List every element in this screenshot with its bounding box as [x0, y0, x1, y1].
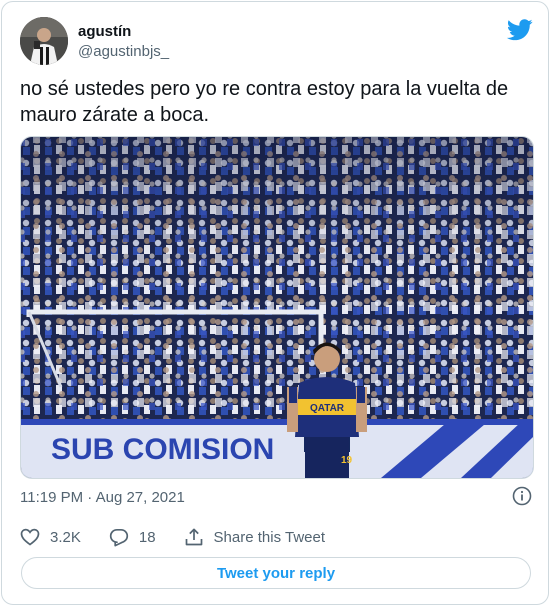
share-icon: [185, 528, 202, 546]
shirt-number: 19: [341, 455, 353, 466]
like-button[interactable]: 3.2K: [20, 528, 81, 546]
tweet-your-reply-button[interactable]: Tweet your reply: [21, 557, 531, 589]
share-label: Share this Tweet: [213, 528, 325, 546]
profile-photo: [20, 17, 68, 65]
tweet-text: no sé ustedes pero yo re contra estoy pa…: [20, 78, 509, 126]
twitter-bird-icon[interactable]: [507, 19, 533, 41]
reply-icon: [109, 528, 129, 546]
like-count: 3.2K: [50, 528, 81, 546]
avatar[interactable]: [20, 17, 68, 65]
tweet-actions: 3.2K 18 Share this Tweet: [20, 525, 353, 549]
sponsor-text: QATAR: [310, 403, 345, 414]
display-name[interactable]: agustín: [78, 23, 131, 40]
banner-text: SUB COMISION: [51, 433, 274, 466]
reply-action[interactable]: 18: [109, 528, 156, 547]
info-icon[interactable]: [512, 486, 532, 506]
share-button[interactable]: Share this Tweet: [184, 527, 325, 547]
tweet-card: agustín @agustinbjs_ no sé ustedes pero …: [1, 1, 549, 605]
heart-icon: [20, 528, 40, 546]
tweet-photo[interactable]: SUB COMISION QATAR 19: [20, 136, 534, 479]
tweet-timestamp[interactable]: 11:19 PM · Aug 27, 2021: [20, 489, 185, 506]
user-handle[interactable]: @agustinbjs_: [78, 43, 169, 60]
reply-count: 18: [138, 528, 156, 546]
stadium-photo: SUB COMISION QATAR 19: [21, 137, 533, 478]
